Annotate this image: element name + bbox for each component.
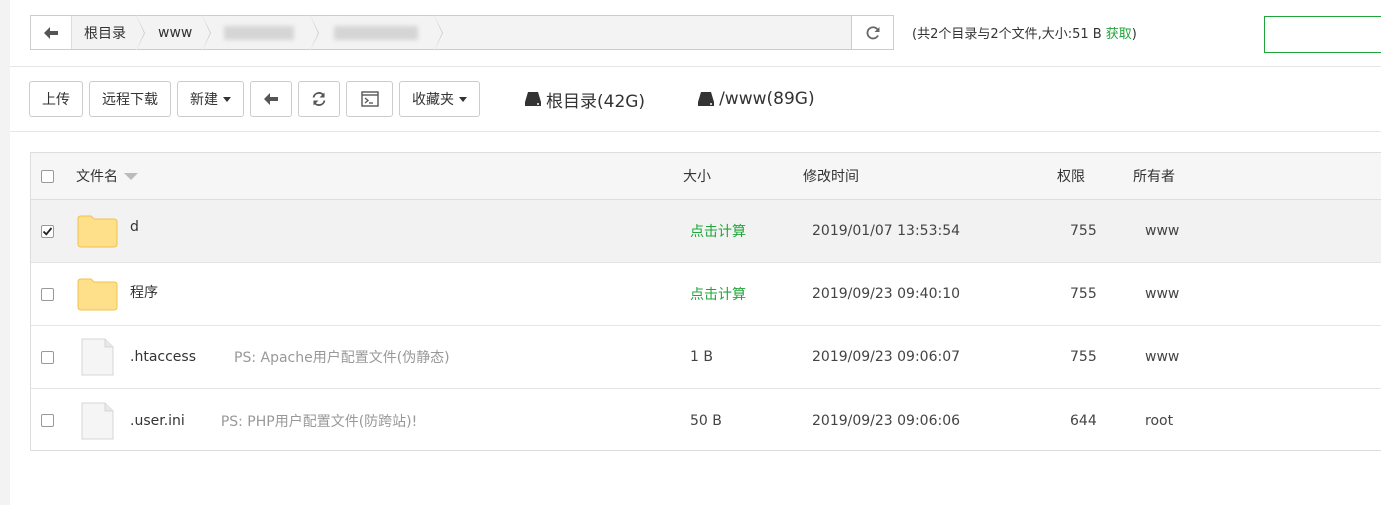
file-icon — [81, 338, 114, 376]
modified-time: 2019/01/07 13:53:54 — [812, 223, 961, 239]
table-header: 文件名 大小 修改时间 权限 所有者 — [31, 153, 1381, 200]
toolbar: 上传 远程下载 新建 收藏夹 根目录(42G) /www(89G) — [29, 81, 815, 117]
breadcrumb-www[interactable]: www — [136, 15, 212, 51]
hdd-icon — [525, 92, 541, 106]
table-row[interactable]: .user.ini PS: PHP用户配置文件(防跨站)! 50 B 2019/… — [31, 389, 1381, 452]
file-size: 1 B — [690, 349, 713, 365]
file-size: 50 B — [690, 412, 722, 429]
folder-icon — [77, 215, 118, 248]
header-size[interactable]: 大小 — [683, 153, 711, 199]
owner[interactable]: www — [1145, 263, 1179, 325]
file-name[interactable]: .htaccess — [130, 349, 196, 365]
new-dropdown-button[interactable]: 新建 — [177, 81, 244, 117]
folder-icon — [77, 278, 118, 311]
file-remark: PS: PHP用户配置文件(防跨站)! — [220, 413, 418, 430]
remote-download-button[interactable]: 远程下载 — [89, 81, 171, 117]
path-back-button[interactable] — [31, 16, 72, 49]
row-checkbox[interactable] — [41, 224, 54, 238]
permission[interactable]: 755 — [1070, 326, 1097, 388]
modified-time: 2019/09/23 09:40:10 — [812, 286, 961, 302]
redacted-segment — [334, 25, 419, 40]
file-table: 文件名 大小 修改时间 权限 所有者 d 点击计算 2019/01/07 13:… — [30, 152, 1381, 451]
breadcrumb-redacted-2[interactable] — [310, 15, 444, 51]
refresh-icon — [866, 25, 879, 39]
upload-button[interactable]: 上传 — [29, 81, 83, 117]
terminal-button[interactable] — [346, 81, 393, 117]
header-mtime[interactable]: 修改时间 — [803, 153, 859, 199]
header-name[interactable]: 文件名 — [76, 153, 138, 199]
file-name[interactable]: d — [130, 219, 139, 235]
directory-summary: (共2个目录与2个文件,大小:51 B 获取) — [912, 27, 1137, 42]
fetch-size-link[interactable]: 获取 — [1106, 27, 1132, 42]
hdd-icon — [698, 92, 715, 106]
owner[interactable]: root — [1145, 389, 1173, 452]
divider — [10, 131, 1381, 132]
permission[interactable]: 644 — [1070, 389, 1097, 452]
table-row[interactable]: 程序 点击计算 2019/09/23 09:40:10 755 www — [31, 263, 1381, 326]
modified-time: 2019/09/23 09:06:06 — [812, 412, 961, 429]
table-row[interactable]: d 点击计算 2019/01/07 13:53:54 755 www — [31, 200, 1381, 263]
disk-www[interactable]: /www(89G) — [697, 89, 815, 109]
checkbox-checked-icon — [42, 226, 53, 236]
caret-down-icon — [223, 96, 231, 102]
header-owner[interactable]: 所有者 — [1133, 153, 1175, 199]
modified-time: 2019/09/23 09:06:07 — [812, 349, 961, 365]
header-perm[interactable]: 权限 — [1057, 153, 1085, 199]
file-icon — [81, 402, 114, 439]
path-refresh-button[interactable] — [851, 16, 893, 49]
file-remark: PS: Apache用户配置文件(伪静态) — [234, 350, 450, 366]
terminal-icon — [360, 91, 379, 107]
row-checkbox[interactable] — [41, 350, 54, 364]
owner[interactable]: www — [1145, 326, 1179, 388]
calc-size-link[interactable]: 点击计算 — [690, 263, 746, 325]
file-manager-panel: 根目录 www (共2个目录与2个文件,大小:51 B 获取) 上传 远程下载 新… — [10, 0, 1381, 505]
file-name[interactable]: 程序 — [130, 282, 158, 302]
file-name[interactable]: .user.ini — [130, 413, 185, 429]
owner[interactable]: www — [1145, 200, 1179, 262]
refresh-button[interactable] — [298, 81, 340, 117]
caret-down-icon — [459, 96, 467, 102]
path-bar: 根目录 www — [30, 15, 894, 51]
table-row[interactable]: .htaccess PS: Apache用户配置文件(伪静态) 1 B 2019… — [31, 326, 1381, 389]
sort-desc-icon — [124, 172, 138, 180]
select-all-checkbox[interactable] — [41, 169, 54, 183]
disk-root[interactable]: 根目录(42G) — [524, 87, 645, 112]
arrow-left-icon — [264, 93, 278, 105]
calc-size-link[interactable]: 点击计算 — [690, 200, 746, 262]
refresh-icon — [312, 92, 326, 106]
permission[interactable]: 755 — [1070, 200, 1097, 262]
row-checkbox[interactable] — [41, 414, 54, 427]
go-back-button[interactable] — [250, 81, 292, 117]
arrow-left-icon — [44, 26, 58, 39]
permission[interactable]: 755 — [1070, 263, 1097, 325]
row-checkbox[interactable] — [41, 287, 54, 301]
redacted-segment — [224, 25, 295, 40]
breadcrumb-redacted-1[interactable] — [202, 15, 320, 51]
path-input-area[interactable] — [434, 16, 851, 49]
breadcrumb-root[interactable]: 根目录 — [72, 15, 145, 51]
divider — [10, 66, 1381, 67]
favorites-dropdown-button[interactable]: 收藏夹 — [399, 81, 480, 117]
search-input[interactable] — [1264, 16, 1381, 53]
